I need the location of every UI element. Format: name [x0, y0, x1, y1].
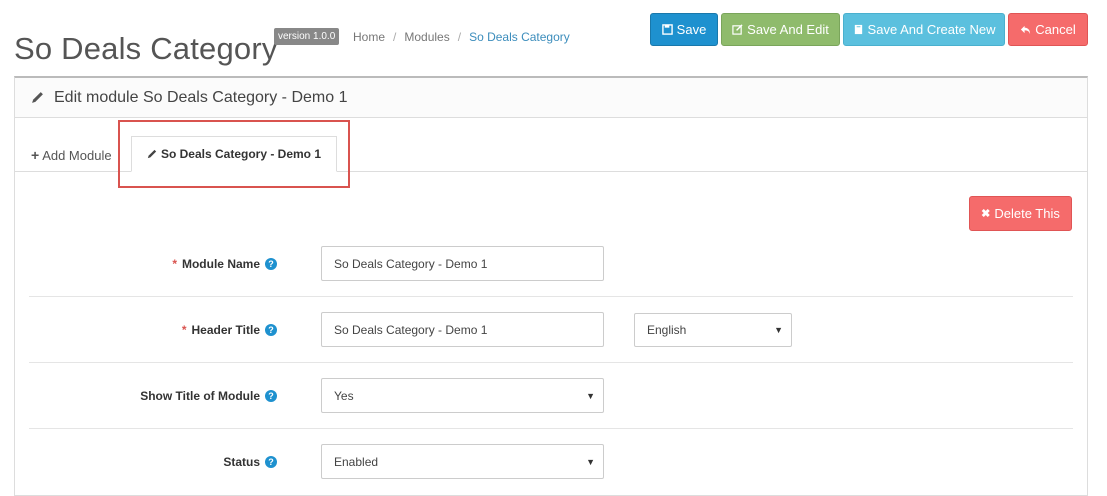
- header-title-label: * Header Title ?: [17, 323, 277, 337]
- status-select[interactable]: Enabled ▼: [321, 444, 604, 479]
- delete-label: Delete This: [994, 206, 1060, 221]
- save-and-edit-button[interactable]: Save And Edit: [721, 13, 840, 46]
- status-label-text: Status: [223, 455, 260, 469]
- save-label: Save: [676, 22, 707, 37]
- cancel-label: Cancel: [1035, 22, 1076, 37]
- form-divider: [29, 428, 1073, 429]
- form-divider: [29, 296, 1073, 297]
- breadcrumb-current[interactable]: So Deals Category: [469, 30, 570, 44]
- reply-icon: [1021, 25, 1031, 35]
- book-icon: [854, 24, 862, 35]
- highlight-annotation: [118, 120, 350, 188]
- caret-down-icon: ▼: [586, 456, 595, 467]
- tab-add-module-label: Add Module: [42, 147, 112, 163]
- module-name-input[interactable]: So Deals Category - Demo 1: [321, 246, 604, 281]
- show-title-select[interactable]: Yes ▼: [321, 378, 604, 413]
- pencil-icon: [32, 92, 43, 103]
- save-and-create-new-button[interactable]: Save And Create New: [843, 13, 1005, 46]
- required-marker: *: [181, 323, 187, 337]
- caret-down-icon: ▼: [774, 325, 783, 335]
- close-icon: ✖: [981, 208, 991, 220]
- breadcrumb-separator: /: [457, 30, 462, 44]
- module-name-label: * Module Name ?: [17, 257, 277, 271]
- delete-module-button[interactable]: ✖ Delete This: [969, 196, 1072, 231]
- save-and-create-new-label: Save And Create New: [867, 22, 996, 37]
- help-icon[interactable]: ?: [265, 456, 277, 468]
- show-title-select-value: Yes: [334, 388, 354, 403]
- version-badge: version 1.0.0: [274, 28, 340, 45]
- floppy-icon: [661, 24, 673, 35]
- tab-add-module[interactable]: + Add Module: [31, 147, 112, 163]
- status-select-value: Enabled: [334, 454, 379, 469]
- save-button[interactable]: Save: [650, 13, 718, 46]
- show-title-label: Show Title of Module ?: [17, 389, 277, 403]
- required-marker: *: [172, 257, 177, 271]
- page-title: So Deals Category: [14, 30, 278, 66]
- cancel-button[interactable]: Cancel: [1008, 13, 1088, 46]
- help-icon[interactable]: ?: [265, 324, 277, 336]
- module-name-label-text: Module Name: [181, 257, 260, 271]
- breadcrumb-separator: /: [393, 30, 397, 44]
- breadcrumb: Home / Modules / So Deals Category: [353, 30, 570, 44]
- status-label: Status ?: [17, 455, 277, 469]
- language-select-value: English: [647, 323, 687, 337]
- breadcrumb-home[interactable]: Home: [353, 30, 385, 44]
- header-title-label-text: Header Title: [191, 323, 260, 337]
- header-title-input[interactable]: So Deals Category - Demo 1: [321, 312, 604, 347]
- language-select[interactable]: English ▼: [634, 313, 792, 347]
- caret-down-icon: ▼: [586, 390, 595, 401]
- plus-icon: +: [31, 147, 40, 163]
- panel-heading-text: Edit module So Deals Category - Demo 1: [54, 88, 348, 106]
- form-divider: [29, 362, 1073, 363]
- edit-icon: [732, 24, 743, 35]
- save-and-edit-label: Save And Edit: [747, 22, 829, 37]
- panel-heading: Edit module So Deals Category - Demo 1: [15, 78, 1087, 118]
- help-icon[interactable]: ?: [265, 258, 277, 270]
- help-icon[interactable]: ?: [265, 390, 277, 402]
- breadcrumb-modules[interactable]: Modules: [404, 30, 449, 44]
- show-title-label-text: Show Title of Module: [140, 389, 260, 403]
